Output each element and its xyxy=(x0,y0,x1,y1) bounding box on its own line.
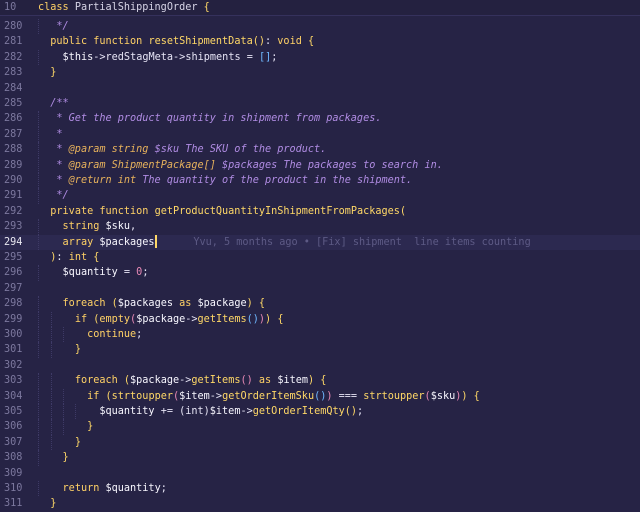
line-number[interactable]: 300 xyxy=(4,327,28,342)
code-line[interactable]: 289 * @param ShipmentPackage[] $packages… xyxy=(0,157,640,173)
code-text: return $quantity; xyxy=(62,483,167,494)
code-text: } xyxy=(62,452,69,464)
code-text: foreach ($package->getItems() as $item) … xyxy=(74,375,327,387)
code-line[interactable]: 284 xyxy=(0,81,640,96)
code-text: continue; xyxy=(87,329,143,340)
line-number[interactable]: 294 xyxy=(4,235,28,250)
sticky-scroll-header[interactable]: 10 class PartialShippingOrder { xyxy=(0,0,640,17)
code-line[interactable]: 296 $quantity = 0; xyxy=(0,265,640,281)
line-number[interactable]: 296 xyxy=(4,265,28,280)
code-text: $this->redStagMeta->shipments = []; xyxy=(62,51,278,63)
code-line[interactable]: 285 /** xyxy=(0,96,640,111)
code-text: * @param ShipmentPackage[] $packages The… xyxy=(38,159,443,171)
code-line[interactable]: 295 ): int { xyxy=(0,250,640,265)
code-text: private function getProductQuantityInShi… xyxy=(50,205,407,217)
line-number[interactable]: 285 xyxy=(4,96,28,111)
code-text: $quantity += (int)$item->getOrderItemQty… xyxy=(99,406,364,417)
code-line[interactable]: 302 xyxy=(0,358,640,373)
code-line[interactable]: 294 array $packages Yvu, 5 months ago • … xyxy=(0,234,640,250)
line-number[interactable]: 304 xyxy=(4,389,28,404)
code-line[interactable]: 305 $quantity += (int)$item->getOrderIte… xyxy=(0,404,640,420)
line-number[interactable]: 309 xyxy=(4,466,28,481)
code-line[interactable]: 292 private function getProductQuantityI… xyxy=(0,204,640,219)
line-number[interactable]: 292 xyxy=(4,204,28,219)
line-number[interactable]: 295 xyxy=(4,250,28,265)
code-line[interactable]: 311 } xyxy=(0,496,640,511)
code-text: */ xyxy=(38,190,69,202)
code-line[interactable]: 291 */ xyxy=(0,188,640,204)
line-number[interactable]: 308 xyxy=(4,450,28,465)
code-text: * @param string $sku The SKU of the prod… xyxy=(38,144,327,156)
line-number[interactable]: 289 xyxy=(4,158,28,173)
line-number[interactable]: 303 xyxy=(4,373,28,388)
code-line[interactable]: 309 xyxy=(0,466,640,481)
code-line[interactable]: 283 } xyxy=(0,65,640,80)
code-line[interactable]: 297 xyxy=(0,281,640,296)
code-line[interactable]: 310 return $quantity; xyxy=(0,481,640,497)
code-line[interactable]: 281 public function resetShipmentData():… xyxy=(0,34,640,49)
code-text: } xyxy=(74,344,81,356)
sticky-class-declaration: class PartialShippingOrder { xyxy=(38,2,210,13)
line-number[interactable]: 297 xyxy=(4,281,28,296)
code-text: string $sku, xyxy=(62,221,137,233)
code-line[interactable]: 300 continue; xyxy=(0,327,640,343)
line-number[interactable]: 284 xyxy=(4,81,28,96)
code-text: * @return int The quantity of the produc… xyxy=(38,175,413,186)
code-line[interactable]: 298 foreach ($packages as $package) { xyxy=(0,296,640,312)
code-text: } xyxy=(50,498,57,510)
line-number[interactable]: 286 xyxy=(4,111,28,126)
code-text: } xyxy=(74,436,81,448)
code-line[interactable]: 290 * @return int The quantity of the pr… xyxy=(0,173,640,189)
line-number[interactable]: 287 xyxy=(4,127,28,142)
line-number[interactable]: 290 xyxy=(4,173,28,188)
line-number[interactable]: 298 xyxy=(4,296,28,311)
line-number[interactable]: 291 xyxy=(4,188,28,203)
line-number[interactable]: 288 xyxy=(4,142,28,157)
line-number: 10 xyxy=(4,2,17,13)
line-number[interactable]: 310 xyxy=(4,481,28,496)
code-line[interactable]: 286 * Get the product quantity in shipme… xyxy=(0,111,640,127)
line-number[interactable]: 305 xyxy=(4,404,28,419)
line-number[interactable]: 307 xyxy=(4,435,28,450)
code-line[interactable]: 280 */ xyxy=(0,19,640,35)
code-line[interactable]: 282 $this->redStagMeta->shipments = []; xyxy=(0,49,640,66)
code-text: } xyxy=(50,67,57,79)
code-text: array $packages Yvu, 5 months ago • [Fix… xyxy=(62,235,531,249)
code-text: } xyxy=(87,421,94,433)
line-number[interactable]: 283 xyxy=(4,65,28,80)
code-text: if (empty($package->getItems())) { xyxy=(74,313,284,325)
git-blame-annotation[interactable]: Yvu, 5 months ago • [Fix] shipment line … xyxy=(157,237,530,248)
code-text: public function resetShipmentData(): voi… xyxy=(50,36,315,48)
code-text: $quantity = 0; xyxy=(62,267,149,279)
code-line[interactable]: 299 if (empty($package->getItems())) { xyxy=(0,311,640,327)
code-text: /** xyxy=(38,98,69,109)
code-text: * Get the product quantity in shipment f… xyxy=(38,113,382,125)
line-number[interactable]: 299 xyxy=(4,312,28,327)
line-number[interactable]: 293 xyxy=(4,219,28,234)
code-line[interactable]: 307 } xyxy=(0,434,640,451)
code-line[interactable]: 287 * xyxy=(0,126,640,143)
code-line[interactable]: 288 * @param string $sku The SKU of the … xyxy=(0,142,640,158)
code-editor[interactable]: 10 class PartialShippingOrder { 280 */28… xyxy=(0,0,640,510)
code-line[interactable]: 293 string $sku, xyxy=(0,219,640,235)
line-number[interactable]: 302 xyxy=(4,358,28,373)
code-line[interactable]: 304 if (strtoupper($item->getOrderItemSk… xyxy=(0,388,640,404)
code-text: * xyxy=(38,128,63,140)
code-text: */ xyxy=(38,21,69,32)
code-line[interactable]: 308 } xyxy=(0,450,640,466)
code-text: foreach ($packages as $package) { xyxy=(62,298,266,310)
line-number[interactable]: 306 xyxy=(4,419,28,434)
code-text: if (strtoupper($item->getOrderItemSku())… xyxy=(87,390,480,402)
code-line[interactable]: 303 foreach ($package->getItems() as $it… xyxy=(0,373,640,389)
line-number[interactable]: 311 xyxy=(4,496,28,511)
line-number[interactable]: 301 xyxy=(4,342,28,357)
code-text: ): int { xyxy=(50,252,100,263)
code-line[interactable]: 306 } xyxy=(0,419,640,435)
code-line[interactable]: 301 } xyxy=(0,342,640,358)
